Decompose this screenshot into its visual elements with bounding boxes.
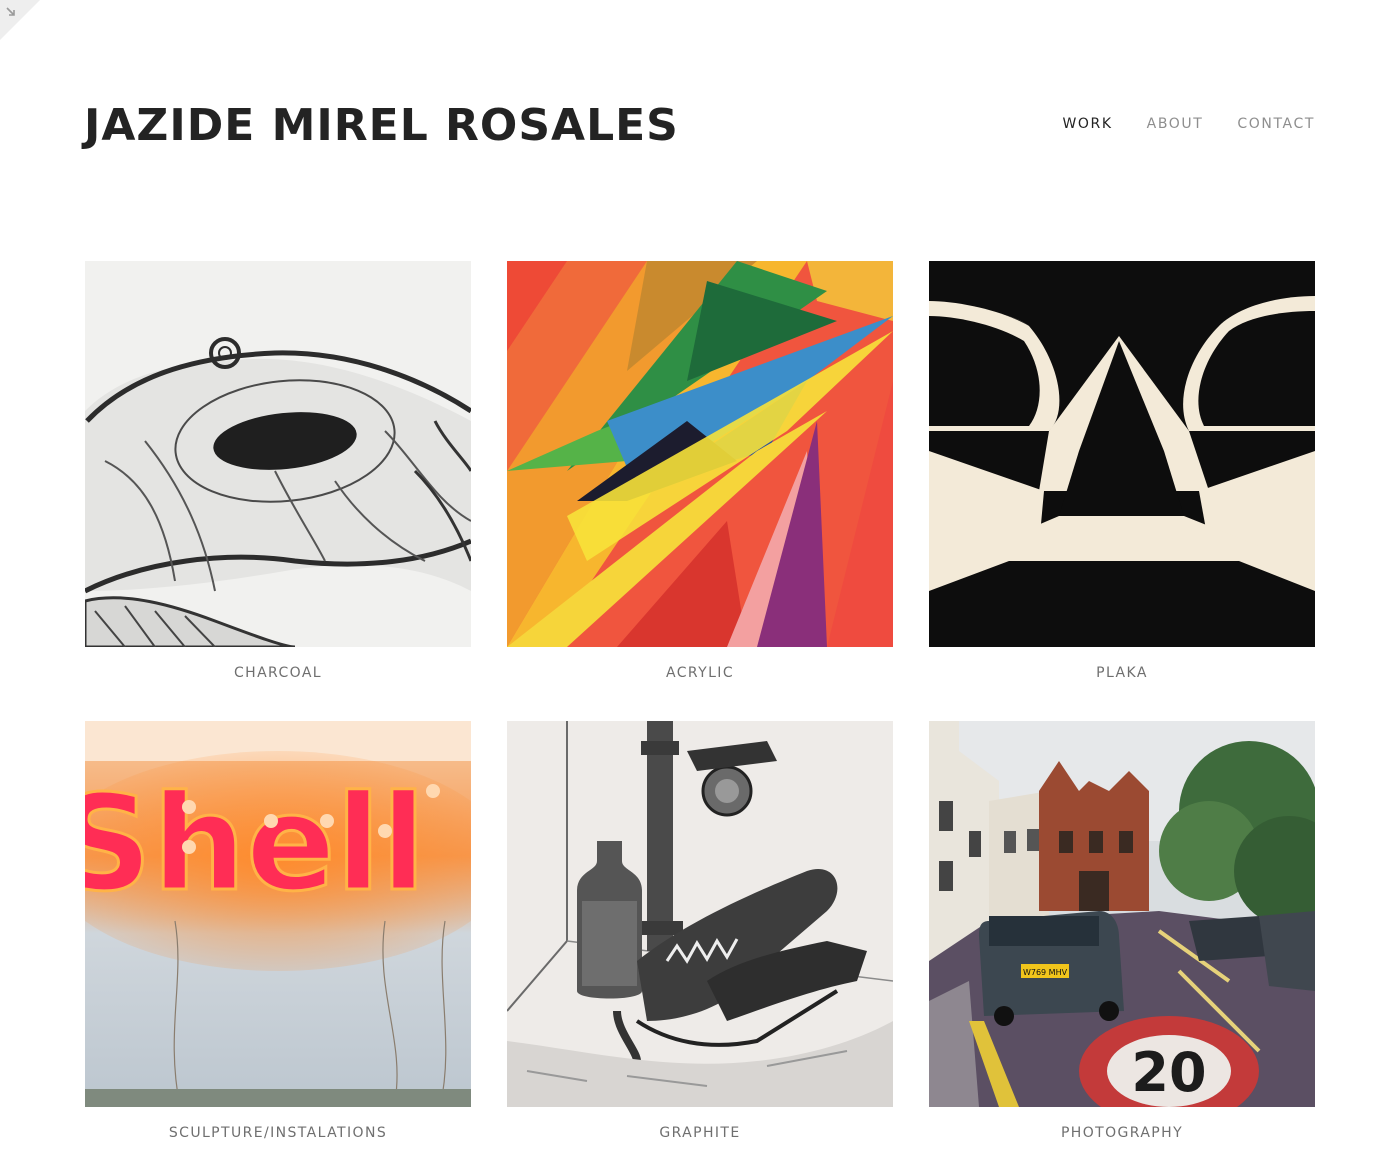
- photography-artwork-image[interactable]: W769 MHV 20: [929, 721, 1315, 1107]
- plaka-artwork-image[interactable]: [929, 261, 1315, 647]
- shell-sign-text: Shell: [85, 767, 426, 921]
- gallery-item-label: PHOTOGRAPHY: [1060, 1125, 1184, 1141]
- gallery-item-label: CHARCOAL: [233, 665, 323, 681]
- charcoal-artwork-image[interactable]: [85, 261, 471, 647]
- gallery-item-label: SCULPTURE/INSTALATIONS: [168, 1125, 388, 1141]
- gallery-item-plaka[interactable]: PLAKA: [929, 261, 1315, 684]
- gallery-item-graphite[interactable]: GRAPHITE: [507, 721, 893, 1144]
- gallery-item-charcoal[interactable]: CHARCOAL: [85, 261, 471, 684]
- road-marking-text: 20: [1131, 1041, 1206, 1104]
- gallery-item-acrylic[interactable]: ACRYLIC: [507, 261, 893, 684]
- corner-fold-icon[interactable]: [0, 0, 40, 40]
- nav-work-link[interactable]: WORK: [1062, 114, 1112, 134]
- sculpture-artwork-image[interactable]: Shell: [85, 721, 471, 1107]
- main-nav: WORK ABOUT CONTACT: [1062, 114, 1315, 134]
- gallery-item-photography[interactable]: W769 MHV 20 PHOTOGRAPHY: [929, 721, 1315, 1144]
- gallery-item-label: GRAPHITE: [659, 1125, 741, 1141]
- license-plate-text: W769 MHV: [1023, 968, 1068, 977]
- acrylic-artwork-image[interactable]: [507, 261, 893, 647]
- nav-contact-link[interactable]: CONTACT: [1237, 114, 1315, 134]
- gallery-grid: CHARCOAL ACRYLIC PLAKA Shell SCULPTURE/I…: [85, 261, 1315, 1144]
- gallery-item-label: PLAKA: [1096, 665, 1148, 681]
- nav-about-link[interactable]: ABOUT: [1147, 114, 1204, 134]
- gallery-item-sculpture[interactable]: Shell SCULPTURE/INSTALATIONS: [85, 721, 471, 1144]
- gallery-item-label: ACRYLIC: [666, 665, 734, 681]
- graphite-artwork-image[interactable]: [507, 721, 893, 1107]
- site-title[interactable]: JAZIDE MIREL ROSALES: [84, 98, 679, 154]
